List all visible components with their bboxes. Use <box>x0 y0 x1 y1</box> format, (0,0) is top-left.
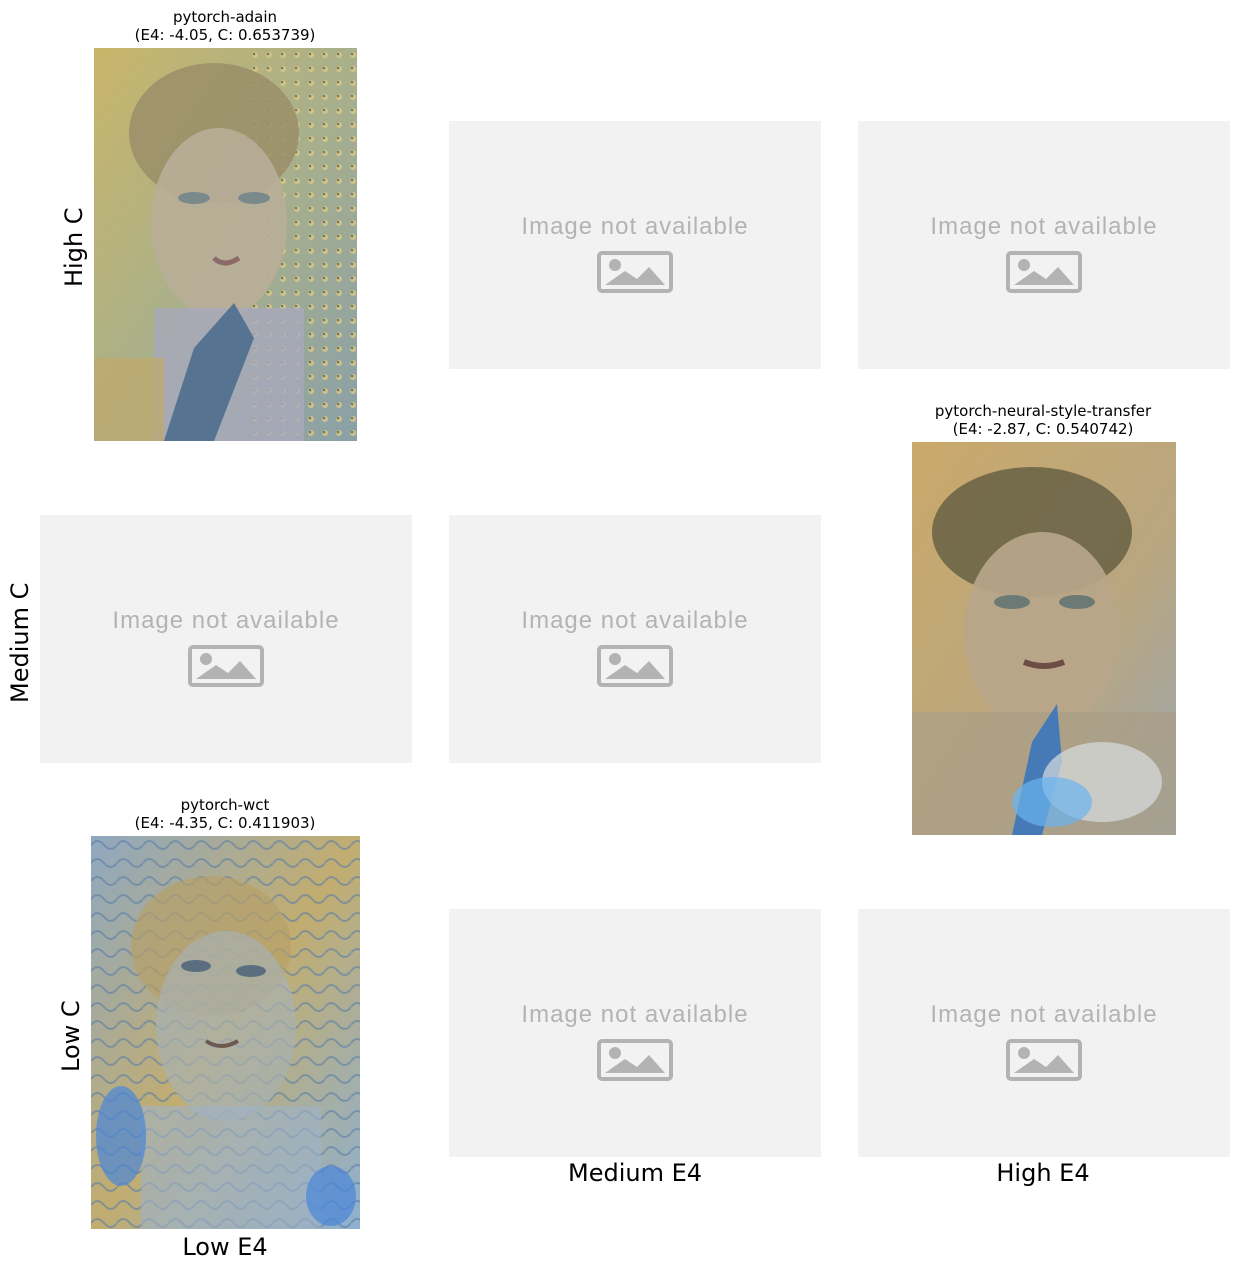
image-placeholder: Image not available <box>449 909 821 1157</box>
image-icon <box>1006 251 1082 293</box>
method-stats: (E4: -2.87, C: 0.540742) <box>952 420 1134 438</box>
image-icon <box>188 645 264 687</box>
placeholder-text: Image not available <box>521 213 749 240</box>
col-label-medium-e4: Medium E4 <box>567 1159 703 1187</box>
stylized-image-wct <box>91 836 360 1229</box>
placeholder-text: Image not available <box>930 213 1158 240</box>
image-placeholder: Image not available <box>858 121 1230 369</box>
image-icon <box>597 251 673 293</box>
stylized-image-neural-style-transfer <box>912 442 1176 835</box>
image-icon <box>597 1039 673 1081</box>
placeholder-text: Image not available <box>521 1001 749 1028</box>
cell-title: pytorch-wct (E4: -4.35, C: 0.411903) <box>135 796 316 832</box>
row-label-high-c: High C <box>60 207 88 287</box>
method-name: pytorch-neural-style-transfer <box>934 402 1152 420</box>
stylized-image-adain <box>94 48 357 441</box>
row-label-low-c: Low C <box>57 1000 85 1072</box>
placeholder-text: Image not available <box>521 607 749 634</box>
image-placeholder: Image not available <box>449 121 821 369</box>
col-label-low-e4: Low E4 <box>182 1233 268 1261</box>
row-label-medium-c: Medium C <box>6 582 34 703</box>
placeholder-text: Image not available <box>930 1001 1158 1028</box>
image-placeholder: Image not available <box>449 515 821 763</box>
cell-title: pytorch-neural-style-transfer (E4: -2.87… <box>935 402 1151 438</box>
image-icon <box>597 645 673 687</box>
cell-title: pytorch-adain (E4: -4.05, C: 0.653739) <box>135 8 316 44</box>
col-label-high-e4: High E4 <box>996 1159 1090 1187</box>
method-stats: (E4: -4.05, C: 0.653739) <box>134 26 316 44</box>
image-placeholder: Image not available <box>858 909 1230 1157</box>
method-name: pytorch-adain <box>172 8 278 26</box>
image-placeholder: Image not available <box>40 515 412 763</box>
placeholder-text: Image not available <box>112 607 340 634</box>
method-name: pytorch-wct <box>180 796 270 814</box>
method-stats: (E4: -4.35, C: 0.411903) <box>134 814 316 832</box>
image-icon <box>1006 1039 1082 1081</box>
